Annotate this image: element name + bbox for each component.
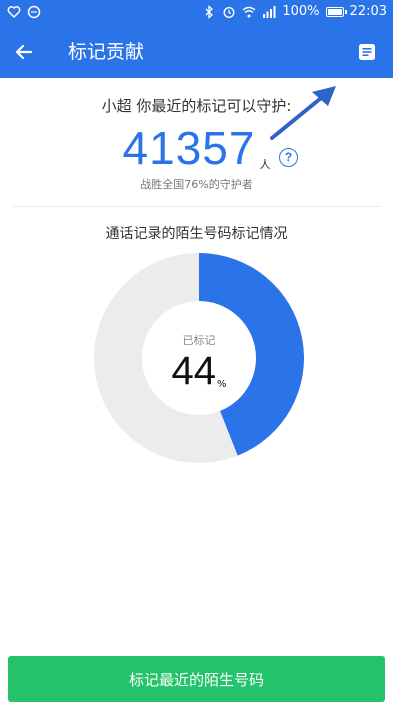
battery-percent: 100%	[282, 4, 320, 19]
marked-donut-chart	[94, 253, 304, 463]
heart-shield-icon	[7, 6, 21, 19]
back-button[interactable]	[10, 38, 38, 66]
status-bar: 100% 22:03	[0, 0, 393, 26]
mark-recent-numbers-button[interactable]: 标记最近的陌生号码	[8, 656, 385, 702]
status-right: 100% 22:03	[202, 4, 387, 19]
guard-count: 41357	[122, 122, 256, 174]
help-button[interactable]: ?	[279, 148, 298, 167]
guard-unit: 人	[259, 158, 271, 171]
battery-fill	[327, 8, 342, 15]
battery-icon	[325, 6, 347, 17]
app-bar: 标记贡献	[0, 26, 393, 78]
page-title: 标记贡献	[68, 41, 145, 63]
back-arrow-icon	[15, 44, 33, 60]
records-button[interactable]	[353, 38, 381, 66]
signal-icon	[263, 5, 276, 18]
document-icon	[359, 44, 375, 60]
alarm-icon	[223, 6, 235, 18]
bluetooth-icon	[205, 4, 214, 19]
beat-text: 战胜全国76%的守护者	[140, 178, 253, 191]
chart-title: 通话记录的陌生号码标记情况	[105, 226, 288, 242]
status-left	[7, 5, 41, 19]
clock: 22:03	[349, 4, 387, 19]
divider	[12, 206, 381, 207]
guard-count-row: 41357 人	[0, 122, 393, 174]
message-icon	[27, 5, 41, 19]
wifi-icon	[242, 6, 256, 17]
